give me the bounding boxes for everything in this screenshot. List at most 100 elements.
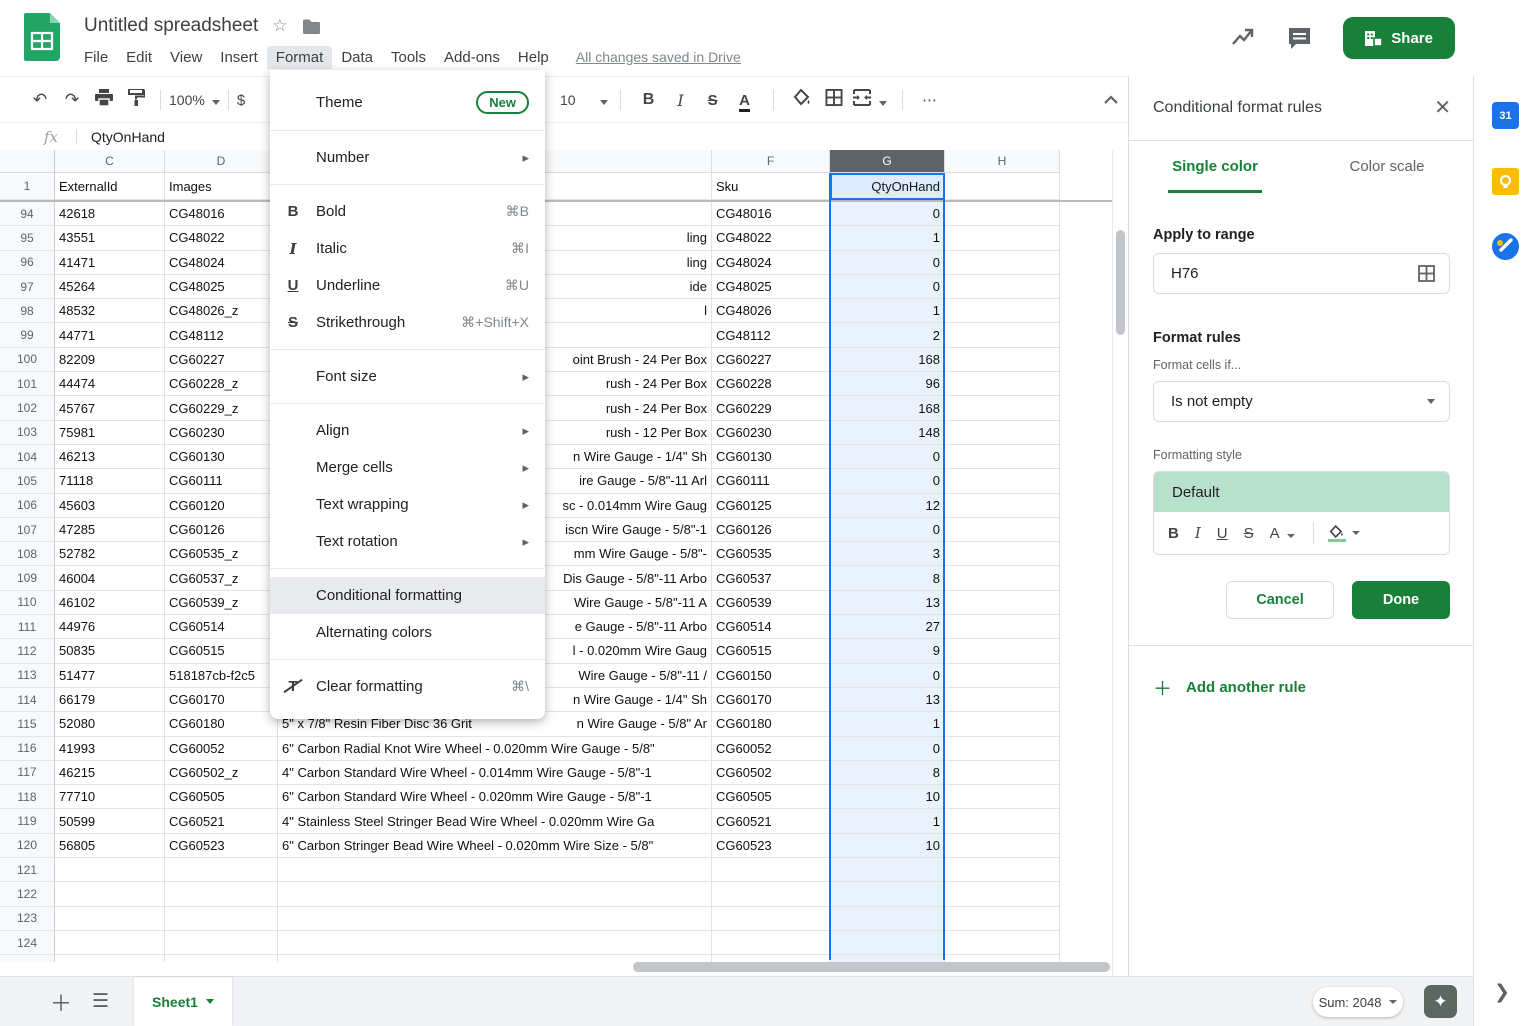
menu-item-theme[interactable]: ThemeNew	[270, 82, 545, 122]
cell-h-122[interactable]	[945, 882, 1060, 906]
cancel-button[interactable]: Cancel	[1226, 581, 1334, 619]
row-number-111[interactable]: 111	[0, 615, 55, 639]
cell-f-102[interactable]: CG60229	[712, 396, 830, 420]
undo-icon[interactable]: ↶	[24, 90, 56, 110]
insights-icon[interactable]	[1230, 25, 1256, 51]
cell-g-98[interactable]: 1	[830, 299, 945, 323]
cell-f-99[interactable]: CG48112	[712, 323, 830, 347]
cell-e-123[interactable]	[278, 907, 712, 931]
cell-f-104[interactable]: CG60130	[712, 445, 830, 469]
borders-icon[interactable]	[818, 89, 850, 111]
tab-single-color[interactable]: Single color	[1129, 141, 1301, 195]
cell-f-106[interactable]: CG60125	[712, 494, 830, 518]
cell-g-95[interactable]: 1	[830, 226, 945, 250]
cell-f-103[interactable]: CG60230	[712, 421, 830, 445]
collapse-toolbar-icon[interactable]	[1095, 90, 1127, 110]
cell-f-119[interactable]: CG60521	[712, 809, 830, 833]
menu-item-clear-formatting[interactable]: TClear formatting⌘\	[270, 668, 545, 705]
italic-icon[interactable]: I	[665, 91, 697, 110]
cell-d-118[interactable]: CG60505	[165, 785, 278, 809]
menu-item-alternating-colors[interactable]: Alternating colors	[270, 614, 545, 651]
cell-c-116[interactable]: 41993	[55, 737, 165, 761]
cell-d-112[interactable]: CG60515	[165, 639, 278, 663]
cell-c-102[interactable]: 45767	[55, 396, 165, 420]
menu-item-underline[interactable]: UUnderline⌘U	[270, 267, 545, 304]
row-number-110[interactable]: 110	[0, 591, 55, 615]
cell-d-105[interactable]: CG60111	[165, 469, 278, 493]
cell-c-103[interactable]: 75981	[55, 421, 165, 445]
more-icon[interactable]: ⋯	[915, 91, 947, 109]
style-fill-color-icon[interactable]	[1328, 525, 1346, 542]
row-number-103[interactable]: 103	[0, 421, 55, 445]
cell-h-110[interactable]	[945, 591, 1060, 615]
cell-c-108[interactable]: 52782	[55, 542, 165, 566]
cell-c-104[interactable]: 46213	[55, 445, 165, 469]
formula-input[interactable]: QtyOnHand	[91, 129, 165, 145]
row-number-98[interactable]: 98	[0, 299, 55, 323]
cell-h-101[interactable]	[945, 372, 1060, 396]
cell-h-100[interactable]	[945, 348, 1060, 372]
row-number-121[interactable]: 121	[0, 858, 55, 882]
hscrollbar-thumb[interactable]	[633, 962, 1110, 972]
cell-c-96[interactable]: 41471	[55, 251, 165, 275]
move-folder-icon[interactable]	[302, 19, 321, 34]
cell-c-122[interactable]	[55, 882, 165, 906]
cell-h-112[interactable]	[945, 639, 1060, 663]
row-number-114[interactable]: 114	[0, 688, 55, 712]
column-header-h[interactable]: H	[945, 150, 1060, 173]
cell-f-1[interactable]: Sku	[712, 173, 830, 200]
cell-f-115[interactable]: CG60180	[712, 712, 830, 736]
cell-d-95[interactable]: CG48022	[165, 226, 278, 250]
add-sheet-icon[interactable]: ＋	[50, 977, 72, 1026]
cell-g-99[interactable]: 2	[830, 323, 945, 347]
cell-h-107[interactable]	[945, 518, 1060, 542]
all-sheets-icon[interactable]: ☰	[92, 977, 109, 1026]
chevron-right-icon[interactable]: ❯	[1494, 981, 1510, 1004]
cell-c-113[interactable]: 51477	[55, 664, 165, 688]
menu-item-font-size[interactable]: Font size▸	[270, 358, 545, 395]
cell-h-114[interactable]	[945, 688, 1060, 712]
cell-h-105[interactable]	[945, 469, 1060, 493]
cell-h-116[interactable]	[945, 737, 1060, 761]
cell-d-108[interactable]: CG60535_z	[165, 542, 278, 566]
cell-c-106[interactable]: 45603	[55, 494, 165, 518]
row-number-124[interactable]: 124	[0, 931, 55, 955]
row-number-107[interactable]: 107	[0, 518, 55, 542]
menu-item-italic[interactable]: IItalic⌘I	[270, 230, 545, 267]
cell-d-107[interactable]: CG60126	[165, 518, 278, 542]
cell-g-107[interactable]: 0	[830, 518, 945, 542]
keep-icon[interactable]	[1492, 168, 1519, 195]
cell-f-124[interactable]	[712, 931, 830, 955]
cell-g-100[interactable]: 168	[830, 348, 945, 372]
menu-item-conditional-formatting[interactable]: Conditional formatting	[270, 577, 545, 614]
cell-g-124[interactable]	[830, 931, 945, 955]
select-all-corner[interactable]	[0, 150, 55, 173]
cell-d-100[interactable]: CG60227	[165, 348, 278, 372]
row-number-118[interactable]: 118	[0, 785, 55, 809]
cell-f-123[interactable]	[712, 907, 830, 931]
done-button[interactable]: Done	[1352, 581, 1450, 619]
cell-c-111[interactable]: 44976	[55, 615, 165, 639]
cell-c-105[interactable]: 71118	[55, 469, 165, 493]
cell-d-110[interactable]: CG60539_z	[165, 591, 278, 615]
cell-c-121[interactable]	[55, 858, 165, 882]
cell-d-106[interactable]: CG60120	[165, 494, 278, 518]
sheet-tab-menu-icon[interactable]	[206, 999, 214, 1004]
menubar-item-edit[interactable]: Edit	[117, 46, 161, 69]
cell-e-119[interactable]: 4" Stainless Steel Stringer Bead Wire Wh…	[278, 809, 712, 833]
column-header-c[interactable]: C	[55, 150, 165, 173]
calendar-icon[interactable]: 31	[1492, 102, 1519, 129]
cell-f-110[interactable]: CG60539	[712, 591, 830, 615]
fill-dropdown-arrow-icon[interactable]	[1352, 531, 1360, 535]
cell-c-110[interactable]: 46102	[55, 591, 165, 615]
cell-c-118[interactable]: 77710	[55, 785, 165, 809]
style-bold-icon[interactable]: B	[1168, 525, 1179, 542]
share-button[interactable]: Share	[1343, 17, 1455, 59]
redo-icon[interactable]: ↷	[56, 90, 88, 110]
cell-e-121[interactable]	[278, 858, 712, 882]
cell-e-116[interactable]: 6" Carbon Radial Knot Wire Wheel - 0.020…	[278, 737, 712, 761]
format-currency-icon[interactable]: $	[237, 92, 245, 109]
cell-h-119[interactable]	[945, 809, 1060, 833]
cell-h-117[interactable]	[945, 761, 1060, 785]
zoom-select[interactable]: 100%	[169, 92, 220, 108]
